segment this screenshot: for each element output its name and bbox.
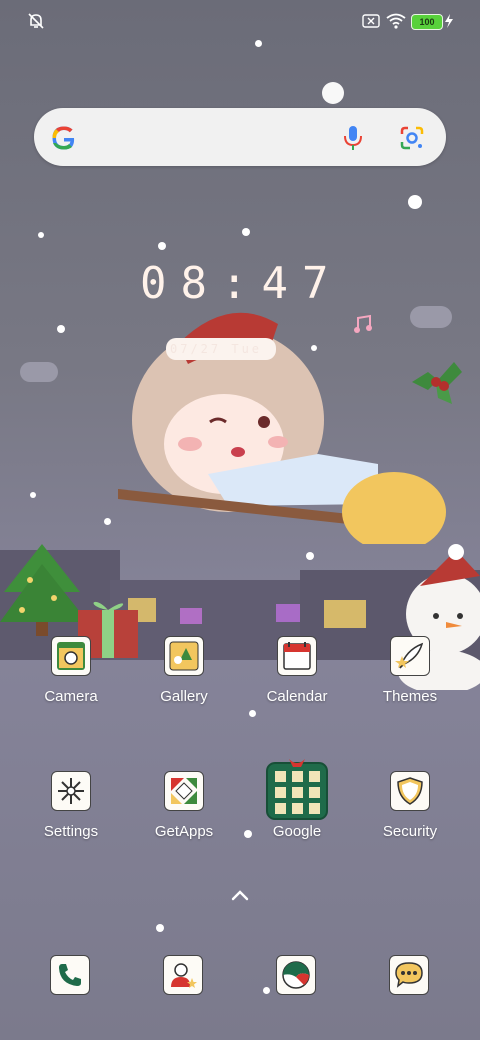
app-camera[interactable]: Camera	[21, 636, 121, 736]
google-g-icon	[52, 126, 75, 150]
snowflake	[30, 492, 36, 498]
app-themes[interactable]: Themes	[360, 636, 460, 736]
snowflake	[156, 924, 164, 932]
notifications-off-icon	[27, 12, 45, 30]
camera-icon	[51, 636, 91, 676]
browser-icon	[276, 955, 316, 995]
snowflake	[57, 325, 65, 333]
snowflake	[263, 987, 270, 994]
snowflake	[242, 228, 250, 236]
snowflake	[104, 518, 111, 525]
chevron-up-icon[interactable]	[230, 888, 250, 902]
google-folder-icon	[266, 759, 328, 820]
google-search-bar[interactable]	[34, 108, 446, 166]
app-security[interactable]: Security	[360, 771, 460, 871]
getapps-icon	[164, 771, 204, 811]
calendar-icon	[277, 636, 317, 676]
contacts-icon	[163, 955, 203, 995]
dock-phone[interactable]	[50, 955, 94, 999]
settings-icon	[51, 771, 91, 811]
app-label: Settings	[43, 823, 99, 840]
dock-contacts[interactable]	[163, 955, 207, 999]
wifi-icon	[386, 12, 406, 30]
security-icon	[390, 771, 430, 811]
app-google-folder[interactable]: Google	[247, 757, 347, 857]
app-label: Calendar	[266, 688, 328, 705]
app-label: Security	[382, 823, 438, 840]
snowflake	[408, 195, 422, 209]
app-label: Themes	[382, 688, 438, 705]
gallery-icon	[164, 636, 204, 676]
dock-browser[interactable]	[276, 955, 320, 999]
app-gallery[interactable]: Gallery	[134, 636, 234, 736]
snowflake	[38, 232, 44, 238]
themes-icon	[390, 636, 430, 676]
status-bar: 100	[0, 0, 480, 44]
mic-icon[interactable]	[342, 124, 364, 152]
no-sim-icon	[362, 12, 380, 30]
cloud	[20, 362, 58, 382]
messages-icon	[389, 955, 429, 995]
dock-messages[interactable]	[389, 955, 433, 999]
clock-time[interactable]: 08:47	[140, 258, 350, 318]
battery-level: 100	[419, 17, 435, 27]
app-calendar[interactable]: Calendar	[247, 636, 347, 736]
app-label: Camera	[44, 688, 98, 705]
phone-icon	[50, 955, 90, 995]
snowflake	[158, 242, 166, 250]
lens-icon[interactable]	[398, 124, 426, 152]
app-label: Gallery	[160, 688, 208, 705]
app-label: Google	[272, 823, 322, 840]
app-settings[interactable]: Settings	[21, 771, 121, 871]
charging-icon	[444, 12, 454, 30]
snowflake	[322, 82, 344, 104]
app-getapps[interactable]: GetApps	[134, 771, 234, 871]
app-label: GetApps	[154, 823, 214, 840]
battery-indicator: 100	[411, 14, 443, 30]
girl-on-broom	[118, 312, 446, 544]
clock-date: 07/27 Tue	[170, 342, 263, 356]
